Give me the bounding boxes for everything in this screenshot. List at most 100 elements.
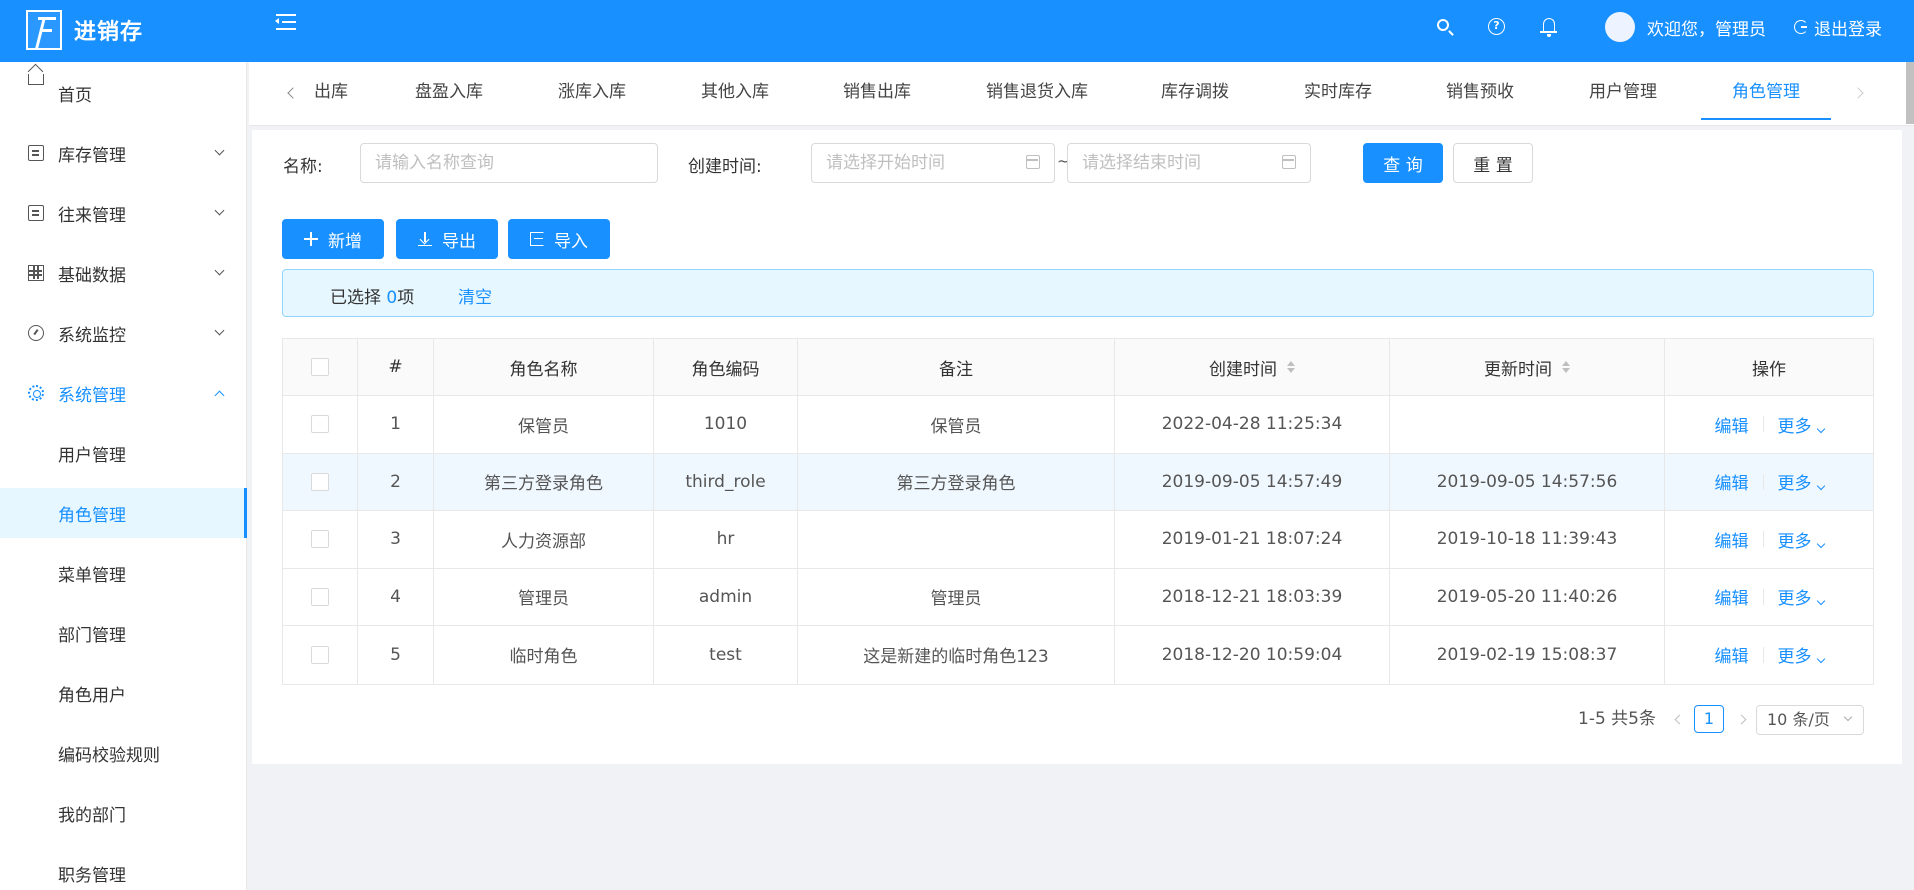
row-checkbox[interactable] [311,645,329,664]
help-icon[interactable]: ? [1487,17,1507,37]
table-header-row: # 角色名称 角色编码 备注 创建时间 更新时间 操作 [283,339,1873,396]
welcome-text[interactable]: 欢迎您，管理员 [1647,15,1766,40]
tab-inventory-gain[interactable]: 盘盈入库 [399,62,499,118]
reset-button[interactable]: 重 置 [1453,143,1533,183]
sidebar-item-system[interactable]: 系统管理 [0,368,247,418]
tab-stock-increase[interactable]: 涨库入库 [542,62,642,118]
more-dropdown[interactable]: 更多 [1778,412,1825,437]
cell-index: 2 [358,453,434,510]
tab-scroll-left-icon[interactable] [287,87,299,99]
tab-outbound[interactable]: 出库 [311,62,351,118]
table-row[interactable]: 3 人力资源部 hr 2019-01-21 18:07:24 2019-10-18 11… [283,511,1873,569]
sidebar-subitem-label: 用户管理 [58,445,126,466]
tab-stock-transfer[interactable]: 库存调拨 [1145,62,1245,118]
sort-icon[interactable] [1562,360,1570,374]
action-divider [1762,646,1764,663]
edit-link[interactable]: 编辑 [1715,642,1749,667]
column-header-created[interactable]: 创建时间 [1115,339,1390,395]
table-row[interactable]: 4 管理员 admin 管理员 2018-12-21 18:03:39 2019-05-2… [283,568,1873,626]
cell-actions: 编辑 更多 [1665,396,1873,453]
row-select-cell [283,626,358,684]
sidebar-subitem-menu-management[interactable]: 菜单管理 [0,548,247,598]
sidebar-item-label: 往来管理 [58,205,126,226]
next-page-icon[interactable] [1736,714,1747,725]
clear-selection-link[interactable]: 清空 [458,283,492,308]
sidebar-subitem-my-department[interactable]: 我的部门 [0,788,247,838]
app-logo[interactable]: 进销存 [26,8,143,52]
sidebar-item-basic-data[interactable]: 基础数据 [0,248,247,298]
page-1-button[interactable]: 1 [1694,705,1724,733]
cell-role-name: 第三方登录角色 [434,453,654,510]
sidebar-item-accounts[interactable]: 往来管理 [0,188,247,238]
add-button[interactable]: 新增 [282,219,384,259]
table-row[interactable]: 2 第三方登录角色 third_role 第三方登录角色 2019-09-05 14:5… [283,453,1873,511]
sidebar-subitem-department-management[interactable]: 部门管理 [0,608,247,658]
edit-link[interactable]: 编辑 [1715,469,1749,494]
row-checkbox[interactable] [311,587,329,606]
end-date-picker[interactable]: 请选择结束时间 [1067,143,1311,183]
edit-link[interactable]: 编辑 [1715,527,1749,552]
sidebar-subitem-role-management[interactable]: 角色管理 [0,488,247,538]
sidebar-subitem-label: 职务管理 [58,865,126,886]
cell-index: 5 [358,626,434,684]
avatar[interactable] [1605,12,1635,42]
sidebar-subitem-label: 我的部门 [58,805,126,826]
tab-scroll-right-icon[interactable] [1852,87,1864,99]
table-row[interactable]: 1 保管员 1010 保管员 2022-04-28 11:25:34 编辑 更多 [283,396,1873,454]
scrollbar[interactable] [1906,62,1914,124]
sidebar-item-inventory[interactable]: 库存管理 [0,128,247,178]
name-filter-label: 名称: [283,157,323,177]
created-time-label: 创建时间: [688,157,762,177]
more-dropdown[interactable]: 更多 [1778,469,1825,494]
cell-remark: 保管员 [798,396,1115,453]
tab-sales-outbound[interactable]: 销售出库 [827,62,927,118]
edit-link[interactable]: 编辑 [1715,584,1749,609]
tab-realtime-stock[interactable]: 实时库存 [1288,62,1388,118]
tab-role-management[interactable]: 角色管理 [1701,62,1831,120]
column-header-updated[interactable]: 更新时间 [1390,339,1665,395]
tab-other-inbound[interactable]: 其他入库 [685,62,785,118]
chevron-down-icon [1816,539,1825,548]
home-icon [28,74,44,85]
sidebar-subitem-user-management[interactable]: 用户管理 [0,428,247,478]
action-divider [1762,473,1764,490]
export-button[interactable]: 导出 [396,219,498,259]
tab-sales-return[interactable]: 销售退货入库 [967,62,1107,118]
plus-icon [304,232,318,246]
cell-role-code: test [654,626,798,684]
sort-icon[interactable] [1287,360,1295,374]
tab-sales-prepayment[interactable]: 销售预收 [1430,62,1530,118]
cell-created-time: 2018-12-21 18:03:39 [1115,568,1390,625]
sidebar-subitem-label: 编码校验规则 [58,745,160,766]
query-button[interactable]: 查 询 [1363,143,1443,183]
column-header-role-code: 角色编码 [654,339,798,395]
sidebar-subitem-position-management[interactable]: 职务管理 [0,848,247,890]
page-size-select[interactable]: 10 条/页 [1756,705,1864,735]
sidebar-item-home[interactable]: 首页 [0,68,247,118]
logout-icon [1794,20,1808,34]
row-checkbox[interactable] [311,530,329,549]
select-all-checkbox[interactable] [311,358,329,376]
start-date-picker[interactable]: 请选择开始时间 [811,143,1055,183]
sidebar-subitem-role-users[interactable]: 角色用户 [0,668,247,718]
sidebar-item-monitor[interactable]: 系统监控 [0,308,247,358]
selection-alert: 已选择 0项 清空 [282,269,1874,317]
edit-link[interactable]: 编辑 [1715,412,1749,437]
row-checkbox[interactable] [311,415,329,434]
more-dropdown[interactable]: 更多 [1778,527,1825,552]
search-icon[interactable] [1435,17,1455,37]
import-button[interactable]: 导入 [508,219,610,259]
more-dropdown[interactable]: 更多 [1778,642,1825,667]
cell-role-name: 人力资源部 [434,511,654,568]
row-checkbox[interactable] [311,472,329,491]
prev-page-icon[interactable] [1674,714,1685,725]
table-row[interactable]: 5 临时角色 test 这是新建的临时角色123 2018-12-20 10:59:04… [283,626,1873,684]
bell-icon[interactable] [1539,17,1559,37]
name-search-input[interactable]: 请输入名称查询 [360,143,658,183]
column-header-remark: 备注 [798,339,1115,395]
menu-fold-icon[interactable] [272,12,296,34]
more-dropdown[interactable]: 更多 [1778,584,1825,609]
sidebar-subitem-code-rules[interactable]: 编码校验规则 [0,728,247,778]
tab-user-management[interactable]: 用户管理 [1573,62,1673,118]
logout-button[interactable]: 退出登录 [1794,15,1882,40]
